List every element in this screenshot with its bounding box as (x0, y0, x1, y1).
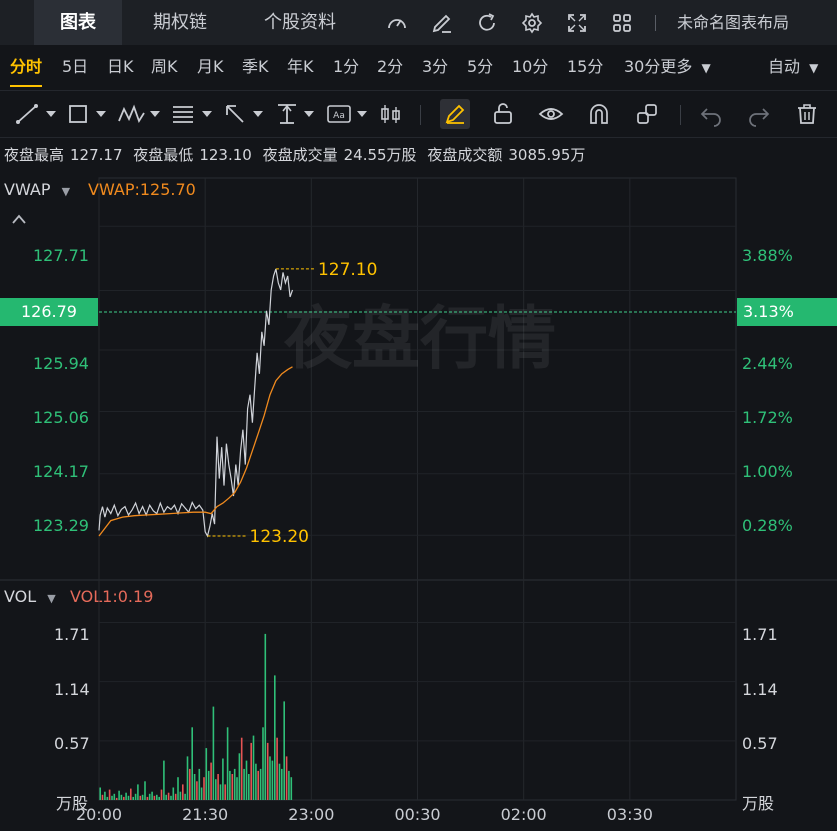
volume-bar (248, 774, 250, 800)
volume-bar (233, 768, 236, 800)
volume-bar (281, 768, 283, 800)
volume-bar (115, 797, 118, 800)
volume-bar (210, 762, 212, 800)
volume-bar (104, 791, 106, 800)
volume-bar (205, 748, 208, 800)
volume-bar (139, 795, 142, 800)
volume-bar (259, 768, 262, 800)
volume-bar (269, 756, 271, 800)
volume-bar (238, 753, 241, 800)
volume-bar (144, 781, 146, 800)
volume-bar (255, 763, 257, 800)
volume-bar (203, 777, 205, 800)
vwap-line (98, 366, 293, 537)
volume-bar (219, 784, 222, 800)
volume-bar (226, 727, 229, 800)
volume-bar (123, 796, 125, 800)
volume-bar (271, 760, 274, 800)
volume-bar (137, 784, 139, 800)
volume-bar (120, 794, 123, 800)
intraday-chart[interactable]: 夜盘行情 127.10123.20 20:00 21:30 23:00 00:30 02… (0, 0, 837, 831)
volume-bar (276, 737, 278, 800)
volume-bar (108, 789, 111, 800)
volume-bar (132, 796, 134, 800)
volume-bar (160, 789, 163, 800)
volume-bar (250, 742, 252, 800)
volume-bar (207, 770, 210, 800)
low-marker-label: 123.20 (250, 527, 309, 547)
volume-bar (264, 633, 267, 800)
volume-bar (252, 735, 255, 800)
volume-bar (236, 777, 238, 800)
volume-bar (134, 793, 137, 800)
volume-bar (266, 742, 269, 800)
volume-bar (217, 774, 219, 800)
volume-bar (174, 793, 177, 800)
volume-bar (285, 756, 288, 800)
volume-bar (215, 779, 217, 800)
volume-bar (245, 760, 248, 800)
volume-bar (118, 790, 120, 800)
volume-bar (146, 796, 149, 800)
volume-bar (113, 793, 116, 800)
volume-bar (212, 706, 215, 800)
volume-bar (193, 774, 196, 800)
volume-bar (156, 794, 158, 800)
volume-bar (262, 727, 264, 800)
volume-bar (196, 781, 198, 800)
volume-bar (184, 793, 186, 800)
price-series (98, 268, 294, 538)
volume-bar (106, 796, 109, 800)
volume-bar (274, 675, 276, 800)
volume-bar (189, 768, 191, 800)
volume-bar (278, 763, 281, 800)
volume-bar (182, 784, 184, 800)
volume-bar (177, 777, 179, 800)
x-tick-label: 20:00 (76, 805, 122, 824)
volume-bar (167, 792, 170, 800)
volume-bar (125, 792, 127, 800)
high-marker-label: 127.10 (318, 260, 377, 280)
volume-bar (141, 794, 144, 800)
volume-bar (172, 787, 175, 800)
x-tick-label: 00:30 (394, 805, 440, 824)
volume-bar (257, 770, 259, 800)
volume-bar (127, 795, 130, 800)
volume-bar (243, 768, 245, 800)
x-tick-label: 23:00 (288, 805, 334, 824)
volume-bar (283, 701, 285, 800)
x-tick-label: 02:00 (501, 805, 547, 824)
x-axis: 20:00 21:30 23:00 00:30 02:00 03:30 (76, 805, 653, 824)
volume-bar (153, 795, 156, 800)
volume-bar (101, 794, 104, 800)
volume-bar (148, 793, 151, 800)
volume-series (99, 633, 293, 800)
volume-bar (163, 760, 165, 800)
volume-bar (229, 770, 231, 800)
volume-bar (170, 795, 172, 800)
volume-bar (191, 727, 193, 800)
volume-bar (179, 791, 182, 800)
volume-bar (231, 774, 234, 800)
volume-bar (288, 770, 290, 800)
volume-bar (200, 787, 203, 800)
volume-bar (165, 794, 167, 800)
volume-bar (290, 777, 293, 800)
volume-bar (186, 756, 189, 800)
volume-bar (222, 758, 224, 800)
volume-bar (99, 787, 101, 800)
price-line (98, 268, 294, 538)
volume-bar (224, 784, 226, 800)
x-tick-label: 21:30 (182, 805, 228, 824)
x-tick-label: 03:30 (607, 805, 653, 824)
volume-bar (130, 788, 132, 800)
volume-bar (240, 737, 243, 800)
chart-grid (0, 177, 837, 801)
volume-bar (151, 791, 153, 800)
volume-bar (111, 795, 113, 800)
volume-bar (158, 796, 160, 800)
volume-bar (198, 768, 201, 800)
